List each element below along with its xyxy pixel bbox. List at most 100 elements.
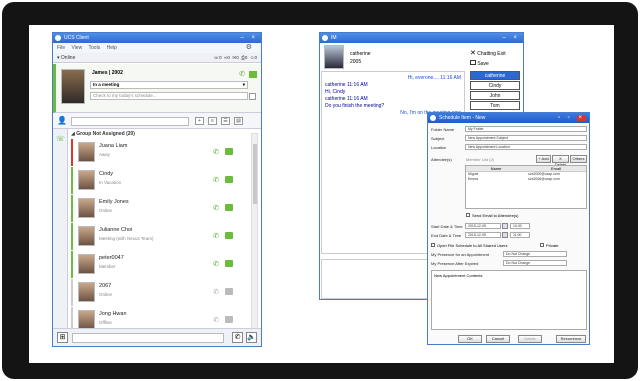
menu-view[interactable]: View (71, 45, 82, 51)
contact-chat-icon[interactable] (225, 260, 233, 267)
chatting-exit-button[interactable]: ✕ Chatting Exit (470, 49, 506, 57)
contact-chat-icon[interactable] (225, 232, 233, 239)
recurrence-button[interactable]: Recurrence (556, 335, 586, 343)
contents-area[interactable]: New Appointment Contents (431, 270, 587, 330)
contact-phone-icon[interactable]: ✆ (213, 148, 219, 156)
chat-participant[interactable]: Cindy (470, 81, 520, 90)
contact-chat-icon[interactable] (225, 316, 233, 323)
start-time-field[interactable]: 10:30 (510, 223, 530, 229)
open-file-checkbox[interactable] (431, 243, 435, 247)
scroll-thumb[interactable] (253, 144, 257, 204)
group-header[interactable]: ◢ Group Not Assigned (20) (71, 131, 135, 137)
contact-search-input[interactable] (71, 117, 189, 126)
my-avatar[interactable] (61, 69, 85, 104)
chat-participant[interactable]: catherine (470, 71, 520, 80)
contact-chat-icon[interactable] (225, 204, 233, 211)
contact-row[interactable]: 2067 Online ✆ (71, 279, 247, 306)
after-label: My Presence After Expired (431, 261, 479, 266)
contact-phone-icon[interactable]: ✆ (213, 316, 219, 324)
profile-chat-icon[interactable] (249, 71, 257, 78)
contact-chat-icon[interactable] (225, 148, 233, 155)
chat-window-controls[interactable]: – × (502, 33, 520, 43)
after-select[interactable]: Do Not Change (503, 260, 567, 266)
menu-tools[interactable]: Tools (89, 45, 101, 51)
contact-status: Member (99, 264, 116, 269)
attendee-row[interactable]: Emma ucs2006@ucsp.com (466, 177, 586, 182)
contact-row[interactable]: Cindy In Vacation ✆ (71, 167, 247, 194)
contact-chat-icon[interactable] (225, 288, 233, 295)
attendee-email: ucs2006@ucsp.com (528, 177, 560, 181)
menu-help[interactable]: Help (107, 45, 117, 51)
chat-participant[interactable]: John (470, 91, 520, 100)
end-time-field[interactable]: 11:00 (510, 232, 530, 238)
group-icon[interactable]: ≡ (208, 117, 217, 125)
chat-title-bar: IM – × (320, 33, 523, 43)
contact-avatar (78, 310, 95, 330)
speaker-icon[interactable]: 🔈 (246, 332, 257, 343)
profile-phone-icon[interactable]: ✆ (239, 70, 245, 78)
contact-avatar (78, 282, 95, 302)
send-email-checkbox[interactable] (466, 213, 470, 217)
end-label: End Date & Time (431, 233, 462, 238)
start-calendar-icon[interactable] (502, 223, 508, 229)
schedule-title: Schedule Item - New (439, 115, 486, 121)
attendees-label: Attendee(s) (431, 157, 452, 162)
contact-row[interactable]: Emily Jones Online ✆ (71, 195, 247, 222)
subject-field[interactable]: New Appointment Subject (465, 135, 587, 141)
delete-button[interactable]: Delete (518, 335, 542, 343)
grid-header-name: Name (490, 166, 502, 171)
dialpad-icon[interactable]: ⊞ (57, 332, 68, 343)
menu-file[interactable]: File (57, 45, 65, 51)
schedule-input[interactable]: Check to my today's schedule... (90, 92, 256, 100)
chat-header: catherine 2005 ✕ Chatting Exit Save (320, 43, 523, 71)
tab-contacts-icon[interactable]: ☏ (56, 135, 65, 143)
calendar-icon[interactable] (249, 93, 256, 100)
start-date-field[interactable]: 2015-12-05 (465, 223, 501, 229)
contact-phone-icon[interactable]: ✆ (213, 260, 219, 268)
contact-row[interactable]: Julianne Choi Meeting (with Nexus Team) ✆ (71, 223, 247, 250)
settings-gear-icon[interactable]: ⚙ (246, 43, 252, 53)
contact-row[interactable]: peter0047 Member ✆ (71, 251, 247, 278)
folder-field[interactable]: My Folder (465, 126, 587, 132)
add-attendee-button[interactable]: + Add (536, 155, 551, 163)
contact-chat-icon[interactable] (225, 176, 233, 183)
dial-input[interactable] (72, 333, 224, 343)
contact-phone-icon[interactable]: ✆ (213, 204, 219, 212)
contact-status: Online (99, 208, 113, 213)
private-checkbox[interactable] (540, 243, 544, 247)
contact-status: Online (99, 292, 113, 297)
dial-call-icon[interactable]: ✆ (232, 332, 243, 343)
person-icon[interactable]: 👤 (57, 116, 67, 125)
schedule-window-controls[interactable]: ▫ ▫ × (558, 113, 586, 123)
add-contact-icon[interactable]: + (195, 117, 204, 125)
presence-select[interactable]: In a meeting ▾ (90, 81, 248, 89)
location-field[interactable]: New Appointment Location (465, 144, 587, 150)
end-calendar-icon[interactable] (502, 232, 508, 238)
schedule-app-icon (430, 115, 436, 121)
presence-select[interactable]: Do Not Change (503, 251, 567, 257)
save-button[interactable]: Save (470, 60, 489, 67)
status-dropdown-icon[interactable]: ▾ (57, 55, 60, 61)
chat-participant[interactable]: Tom (470, 101, 520, 110)
contact-scrollbar[interactable] (251, 133, 258, 329)
delete-attendee-button[interactable]: X Delete (552, 155, 569, 167)
contact-phone-icon[interactable]: ✆ (213, 176, 219, 184)
member-list-label: Member List (2) (466, 157, 495, 162)
contact-row[interactable]: Juana Liam Away ✆ (71, 139, 247, 166)
ucs-title: UCS Client (64, 35, 89, 41)
list-view-icon[interactable]: ☰ (221, 117, 230, 125)
window-controls[interactable]: – × (240, 33, 258, 43)
cancel-button[interactable]: Cancel (486, 335, 510, 343)
chat-app-icon (322, 35, 328, 41)
menu-bar: File View Tools Help ⚙ (53, 43, 261, 53)
contact-phone-icon[interactable]: ✆ (213, 288, 219, 296)
contact-status: Offline (99, 320, 112, 325)
chat-view-icon[interactable]: ▤ (234, 117, 243, 125)
end-date-field[interactable]: 2015-12-05 (465, 232, 501, 238)
subject-label: Subject (431, 136, 445, 141)
contact-phone-icon[interactable]: ✆ (213, 232, 219, 240)
status-bar: ▾ Online ☏0 ∞0 ✉0 ⎙0 ☺0 (53, 53, 261, 63)
status-label[interactable]: Online (61, 55, 75, 61)
others-button[interactable]: Others (570, 155, 587, 163)
ok-button[interactable]: OK (458, 335, 482, 343)
